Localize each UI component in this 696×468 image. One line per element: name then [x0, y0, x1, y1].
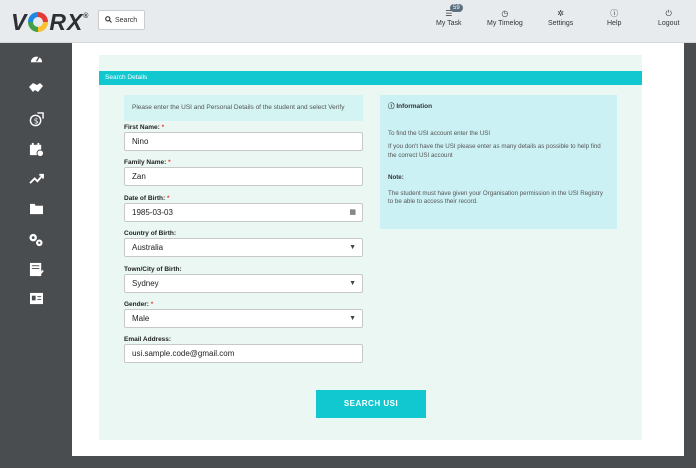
calendar-check-icon[interactable] [28, 142, 44, 158]
country-value: Australia [132, 243, 164, 252]
caret-down-icon: ▼ [349, 280, 356, 287]
family-name-label: Family Name: * [124, 159, 171, 166]
nav-my-task-label: My Task [436, 20, 462, 27]
nav-help-label: Help [607, 20, 622, 27]
dob-label: Date of Birth: * [124, 195, 170, 202]
clock-icon: ◷ [501, 9, 509, 18]
town-label: Town/City of Birth: [124, 266, 182, 273]
power-icon: ⏻ [665, 9, 672, 18]
nav-my-task[interactable]: ☰ 59 My Task [436, 4, 463, 27]
panel-header: Search Details [99, 71, 642, 85]
email-input[interactable]: usi.sample.code@gmail.com [124, 344, 363, 363]
information-box: ⓘ Information To find the USI account en… [380, 95, 617, 229]
info-line-2: If you don't have the USI please enter a… [388, 143, 601, 159]
sidebar: $ [0, 43, 72, 468]
nav-logout[interactable]: ⏻ Logout [658, 8, 679, 27]
first-name-label: First Name: * [124, 124, 165, 131]
search-button-label: Search [115, 16, 138, 24]
task-count-badge: 59 [450, 4, 463, 12]
gender-label: Gender: * [124, 301, 154, 308]
logo-o-icon [28, 12, 49, 32]
calendar-icon[interactable]: ▦ [349, 204, 356, 221]
gender-select[interactable]: Male ▼ [124, 309, 363, 328]
country-label: Country of Birth: [124, 230, 176, 237]
info-icon: ⓘ [610, 9, 619, 18]
vorx-logo[interactable]: V RX® [11, 9, 89, 36]
svg-text:$: $ [33, 116, 38, 125]
content-page: Search Details Please enter the USI and … [72, 43, 684, 456]
gear-icon: ✲ [557, 9, 564, 18]
first-name-input[interactable]: Nino [124, 132, 363, 151]
trending-up-icon[interactable] [28, 172, 44, 188]
note-text: The student must have given your Organis… [388, 189, 603, 206]
dob-input[interactable]: 1985-03-03 ▦ [124, 203, 363, 222]
information-title: ⓘ Information [388, 103, 433, 110]
top-bar: V RX® Search ☰ 59 My Task ◷ My Timelog ✲ … [0, 0, 696, 43]
note-title: Note: [388, 174, 404, 181]
town-value: Sydney [132, 279, 159, 288]
family-name-input[interactable]: Zan [124, 167, 363, 186]
caret-down-icon: ▼ [349, 244, 356, 251]
dashboard-icon[interactable] [28, 51, 44, 67]
nav-my-timelog[interactable]: ◷ My Timelog [487, 8, 523, 27]
search-usi-button[interactable]: SEARCH USI [316, 390, 426, 418]
search-details-panel: Search Details Please enter the USI and … [99, 55, 642, 440]
nav-logout-label: Logout [658, 20, 680, 27]
required-marker: * [166, 195, 170, 202]
handshake-icon[interactable] [28, 81, 44, 97]
info-icon: ⓘ [388, 103, 395, 110]
nav-settings[interactable]: ✲ Settings [548, 8, 573, 27]
nav-settings-label: Settings [548, 20, 574, 27]
town-select[interactable]: Sydney ▼ [124, 274, 363, 293]
search-icon [105, 15, 112, 25]
required-marker: * [150, 301, 154, 308]
money-icon[interactable]: $ [28, 112, 44, 128]
cogs-icon[interactable] [28, 232, 44, 248]
folder-icon[interactable] [28, 202, 44, 218]
gender-value: Male [132, 314, 150, 323]
instructions-text: Please enter the USI and Personal Detail… [124, 95, 363, 121]
id-card-icon[interactable] [28, 292, 44, 308]
email-label: Email Address: [124, 336, 172, 343]
dob-value: 1985-03-03 [132, 208, 173, 217]
nav-my-timelog-label: My Timelog [487, 20, 523, 27]
caret-down-icon: ▼ [349, 315, 356, 322]
required-marker: * [168, 159, 171, 166]
nav-help[interactable]: ⓘ Help [607, 8, 621, 27]
search-button[interactable]: Search [98, 10, 145, 30]
info-line-1: To find the USI account enter the USI [388, 129, 491, 137]
required-marker: * [161, 124, 165, 131]
checklist-icon[interactable] [28, 262, 44, 278]
country-select[interactable]: Australia ▼ [124, 238, 363, 257]
